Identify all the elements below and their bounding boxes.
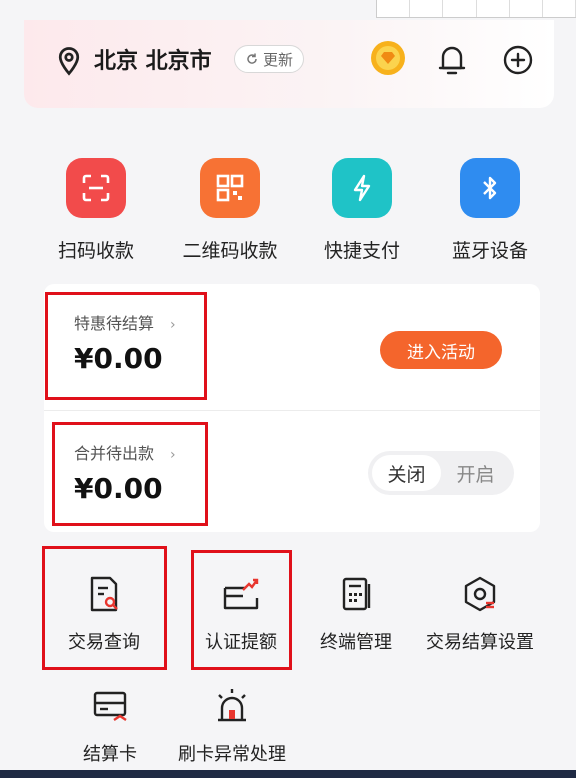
settlement-card-icon bbox=[93, 691, 127, 721]
quick-pay-label: 快捷支付 bbox=[323, 240, 400, 262]
merge-payout-toggle[interactable]: 关闭 开启 bbox=[368, 451, 514, 495]
refresh-location-button[interactable]: 更新 bbox=[234, 45, 305, 73]
settlement-card-button[interactable]: 结算卡 bbox=[40, 686, 180, 766]
enter-activity-button[interactable]: 进入活动 bbox=[380, 331, 502, 369]
card-exception-label: 刷卡异常处理 bbox=[178, 744, 286, 765]
quick-actions: 扫码收款 二维码收款 快捷支付 蓝牙设备 bbox=[24, 150, 554, 270]
bluetooth-icon bbox=[460, 158, 520, 218]
qrcode-collect-label: 二维码收款 bbox=[182, 240, 278, 262]
qrcode-collect-button[interactable]: 二维码收款 bbox=[170, 150, 290, 263]
scan-icon bbox=[66, 158, 126, 218]
scan-collect-button[interactable]: 扫码收款 bbox=[36, 150, 156, 263]
toggle-on-option[interactable]: 开启 bbox=[441, 455, 510, 491]
add-circle-icon[interactable] bbox=[502, 44, 534, 76]
highlight-box bbox=[45, 292, 207, 400]
location-pin-icon[interactable] bbox=[54, 46, 84, 76]
location-header: 北京 北京市 更新 bbox=[24, 20, 554, 108]
terminal-management-label: 终端管理 bbox=[320, 632, 392, 653]
settlement-settings-button[interactable]: 交易结算设置 bbox=[410, 574, 550, 654]
limit-increase-icon bbox=[223, 578, 259, 610]
settlement-settings-icon bbox=[464, 576, 496, 612]
highlight-box bbox=[52, 422, 208, 526]
membership-coin-icon[interactable] bbox=[370, 40, 406, 76]
terminal-management-button[interactable]: 终端管理 bbox=[286, 574, 426, 654]
bluetooth-device-button[interactable]: 蓝牙设备 bbox=[430, 150, 550, 263]
terminal-icon bbox=[342, 577, 371, 611]
alarm-icon bbox=[218, 689, 246, 722]
transaction-query-button[interactable]: 交易查询 bbox=[34, 574, 174, 654]
city-name[interactable]: 北京 北京市 bbox=[94, 43, 212, 75]
bottom-bar bbox=[0, 770, 576, 778]
bluetooth-device-label: 蓝牙设备 bbox=[451, 240, 528, 262]
card-divider bbox=[44, 410, 540, 411]
settlement-card-label: 结算卡 bbox=[83, 744, 137, 765]
notification-bell-icon[interactable] bbox=[436, 42, 468, 78]
scan-collect-label: 扫码收款 bbox=[57, 240, 134, 262]
transaction-query-icon bbox=[90, 576, 118, 612]
transaction-query-label: 交易查询 bbox=[68, 632, 140, 653]
quick-pay-button[interactable]: 快捷支付 bbox=[302, 150, 422, 263]
refresh-icon bbox=[247, 53, 257, 64]
browser-tab-strip bbox=[376, 0, 576, 18]
settlement-settings-label: 交易结算设置 bbox=[426, 632, 534, 653]
refresh-label: 更新 bbox=[263, 50, 294, 69]
card-exception-button[interactable]: 刷卡异常处理 bbox=[162, 686, 302, 766]
qrcode-icon bbox=[200, 158, 260, 218]
toggle-off-option[interactable]: 关闭 bbox=[372, 455, 441, 491]
lightning-icon bbox=[332, 158, 392, 218]
